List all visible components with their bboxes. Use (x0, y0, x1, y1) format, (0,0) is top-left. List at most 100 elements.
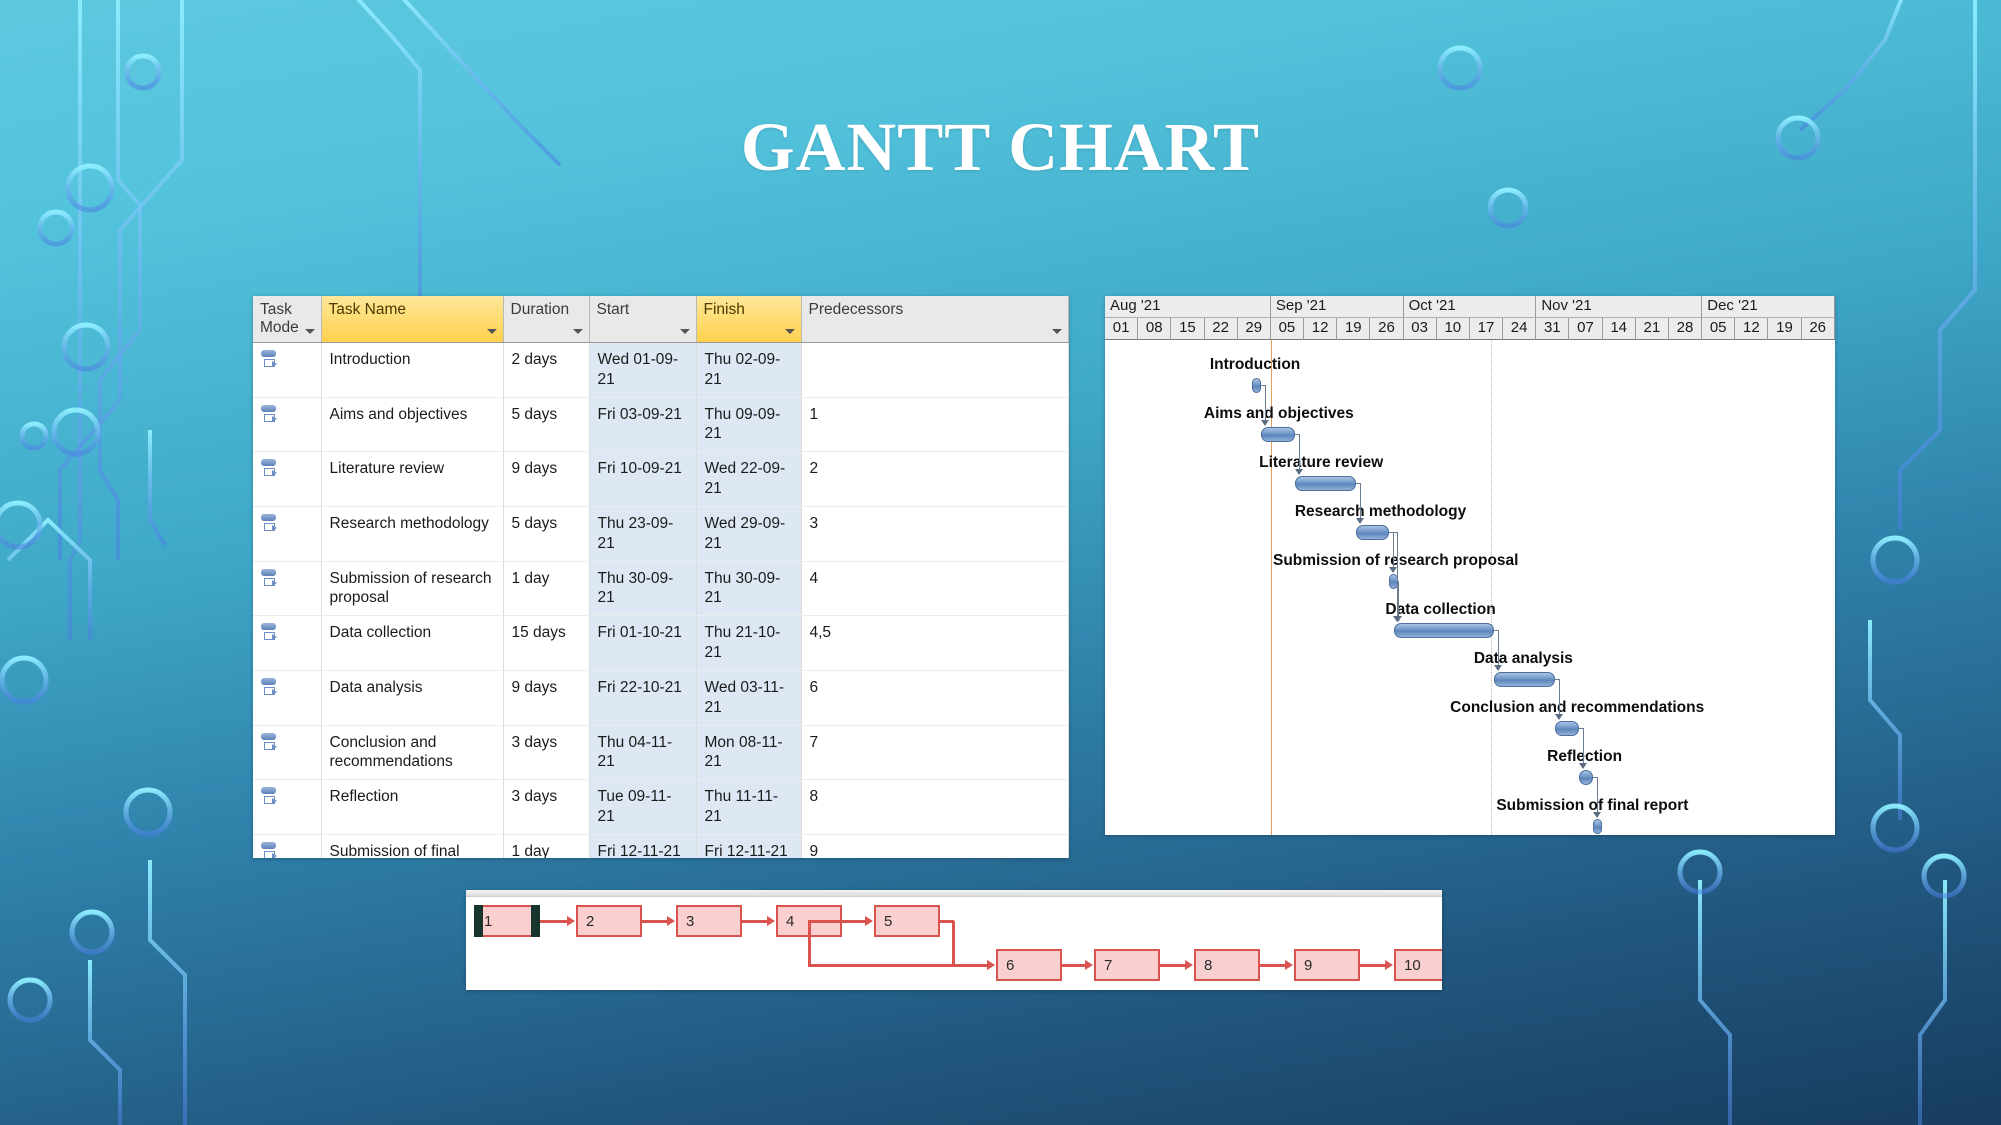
task-name-cell[interactable]: Aims and objectives (321, 397, 504, 453)
chevron-down-icon[interactable] (784, 329, 795, 334)
start-date-cell[interactable]: Fri 22-10-21 (589, 670, 697, 726)
task-mode-cell[interactable] (253, 342, 322, 398)
start-date-cell[interactable]: Thu 30-09-21 (589, 561, 697, 617)
task-name-cell[interactable]: Conclusion and recommendations (321, 725, 504, 781)
duration-cell[interactable]: 5 days (503, 397, 590, 453)
network-node[interactable]: 1 (474, 905, 540, 937)
table-row[interactable]: Submission of final report1 dayFri 12-11… (253, 834, 1069, 858)
chevron-down-icon[interactable] (1052, 329, 1062, 334)
table-row[interactable]: Research methodology 5 days Thu 23-09-21 We… (253, 506, 1069, 562)
network-node[interactable]: 3 (676, 905, 742, 937)
chevron-down-icon[interactable] (304, 329, 315, 334)
column-header-duration[interactable]: Duration (503, 296, 590, 343)
duration-cell[interactable]: 2 days (503, 342, 590, 398)
network-node[interactable]: 7 (1094, 949, 1160, 981)
task-name-cell[interactable]: Data collection (321, 615, 504, 671)
task-mode-cell[interactable] (253, 670, 322, 726)
table-row[interactable]: Data collection 15 days Fri 01-10-21 Thu 21… (253, 615, 1069, 671)
predecessors-cell[interactable]: 7 (801, 725, 1069, 781)
start-date-cell[interactable]: Thu 23-09-21 (589, 506, 697, 562)
finish-date-cell[interactable]: Thu 11-11-21 (696, 779, 802, 835)
network-node[interactable]: 9 (1294, 949, 1360, 981)
start-date-cell[interactable]: Fri 10-09-21 (589, 451, 697, 507)
start-date-cell[interactable]: Fri 12-11-21 (589, 834, 697, 858)
column-header-start[interactable]: Start (589, 296, 697, 343)
task-name-cell[interactable]: Submission of research proposal (321, 561, 504, 617)
predecessors-cell[interactable]: 4,5 (801, 615, 1069, 671)
start-date-cell[interactable]: Fri 03-09-21 (589, 397, 697, 453)
task-mode-cell[interactable] (253, 615, 322, 671)
predecessors-cell[interactable]: 6 (801, 670, 1069, 726)
finish-date-cell[interactable]: Wed 29-09-21 (696, 506, 802, 562)
task-mode-cell[interactable] (253, 397, 322, 453)
gantt-bar[interactable] (1493, 672, 1556, 687)
task-mode-cell[interactable] (253, 561, 322, 617)
task-name-cell[interactable]: Introduction (321, 342, 504, 398)
predecessors-cell[interactable]: 8 (801, 779, 1069, 835)
column-header-task-name[interactable]: Task Name (321, 296, 504, 343)
predecessors-cell[interactable]: 1 (801, 397, 1069, 453)
task-name-cell[interactable]: Literature review (321, 451, 504, 507)
table-row[interactable]: Reflection 3 days Tue 09-11-21 Thu 11-11-21… (253, 779, 1069, 835)
task-mode-cell[interactable] (253, 725, 322, 781)
predecessors-cell[interactable]: 3 (801, 506, 1069, 562)
table-row[interactable]: Submission of research proposal 1 day Thu … (253, 561, 1069, 617)
task-name-cell[interactable]: Data analysis (321, 670, 504, 726)
table-row[interactable]: Conclusion and recommendations 3 days Thu … (253, 725, 1069, 781)
gantt-bar[interactable] (1261, 427, 1295, 442)
network-node[interactable]: 6 (996, 949, 1062, 981)
duration-cell[interactable]: 3 days (503, 779, 590, 835)
task-mode-cell[interactable] (253, 834, 322, 858)
duration-cell[interactable]: 5 days (503, 506, 590, 562)
gantt-bar[interactable] (1294, 476, 1357, 491)
table-row[interactable]: Aims and objectives 5 days Fri 03-09-21 Thu… (253, 397, 1069, 453)
gantt-bar[interactable] (1593, 819, 1603, 834)
duration-cell[interactable]: 15 days (503, 615, 590, 671)
predecessors-cell[interactable]: 4 (801, 561, 1069, 617)
chevron-down-icon[interactable] (679, 329, 690, 334)
finish-date-cell[interactable]: Thu 21-10-21 (696, 615, 802, 671)
duration-cell[interactable]: 9 days (503, 451, 590, 507)
network-node[interactable]: 10 (1394, 949, 1442, 981)
duration-cell[interactable]: 9 days (503, 670, 590, 726)
finish-date-cell[interactable]: Thu 02-09-21 (696, 342, 802, 398)
table-row[interactable]: Introduction 2 days Wed 01-09-21 Thu 02-09-… (253, 342, 1069, 398)
start-date-cell[interactable]: Thu 04-11-21 (589, 725, 697, 781)
task-mode-cell[interactable] (253, 506, 322, 562)
finish-date-cell[interactable]: Fri 12-11-21 (696, 834, 802, 858)
predecessors-cell[interactable] (801, 342, 1069, 398)
finish-date-cell[interactable]: Thu 09-09-21 (696, 397, 802, 453)
table-row[interactable]: Literature review 9 days Fri 10-09-21 Wed 2… (253, 451, 1069, 507)
column-header-task-mode[interactable]: Task Mode (253, 296, 322, 343)
finish-date-cell[interactable]: Wed 22-09-21 (696, 451, 802, 507)
predecessors-cell[interactable]: 2 (801, 451, 1069, 507)
gantt-bar[interactable] (1579, 770, 1594, 785)
gantt-bar[interactable] (1555, 721, 1579, 736)
network-node[interactable]: 2 (576, 905, 642, 937)
gantt-bar[interactable] (1251, 378, 1262, 393)
duration-cell[interactable]: 1 day (503, 834, 590, 858)
start-date-cell[interactable]: Tue 09-11-21 (589, 779, 697, 835)
task-name-cell[interactable]: Research methodology (321, 506, 504, 562)
finish-date-cell[interactable]: Wed 03-11-21 (696, 670, 802, 726)
table-row[interactable]: Data analysis 9 days Fri 22-10-21 Wed 03-11… (253, 670, 1069, 726)
network-node[interactable]: 5 (874, 905, 940, 937)
task-mode-cell[interactable] (253, 451, 322, 507)
task-name-cell[interactable]: Submission of final report (321, 834, 504, 858)
start-date-cell[interactable]: Wed 01-09-21 (589, 342, 697, 398)
network-node[interactable]: 8 (1194, 949, 1260, 981)
duration-cell[interactable]: 3 days (503, 725, 590, 781)
duration-cell[interactable]: 1 day (503, 561, 590, 617)
chevron-down-icon[interactable] (572, 329, 583, 334)
predecessors-cell[interactable]: 9 (801, 834, 1069, 858)
task-name-cell[interactable]: Reflection (321, 779, 504, 835)
task-mode-cell[interactable] (253, 779, 322, 835)
gantt-bar[interactable] (1356, 525, 1390, 540)
column-header-finish[interactable]: Finish (696, 296, 802, 343)
column-header-predecessors[interactable]: Predecessors (801, 296, 1069, 343)
finish-date-cell[interactable]: Thu 30-09-21 (696, 561, 802, 617)
chevron-down-icon[interactable] (486, 329, 497, 334)
start-date-cell[interactable]: Fri 01-10-21 (589, 615, 697, 671)
gantt-bar[interactable] (1394, 623, 1494, 638)
finish-date-cell[interactable]: Mon 08-11-21 (696, 725, 802, 781)
